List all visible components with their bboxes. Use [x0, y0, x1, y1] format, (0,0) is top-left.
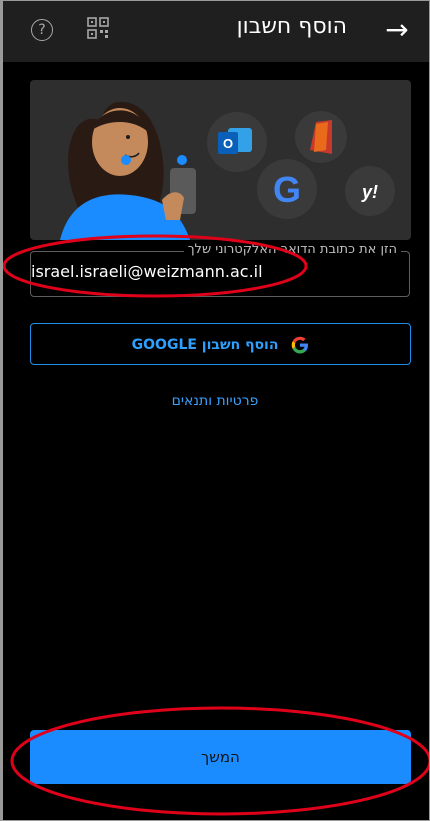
- email-field-label: הזן את כתובת הדואר האלקטרוני שלך: [183, 242, 401, 257]
- google-icon: G: [257, 159, 317, 219]
- google-g-icon: [292, 336, 309, 354]
- add-google-account-label: הוסף חשבון GOOGLE: [131, 337, 279, 353]
- add-google-account-button[interactable]: הוסף חשבון GOOGLE: [30, 323, 411, 365]
- help-icon[interactable]: ?: [31, 19, 53, 41]
- hero-illustration: O G y!: [30, 80, 411, 240]
- email-value[interactable]: israel.israeli@weizmann.ac.il: [31, 262, 263, 281]
- continue-button[interactable]: המשך: [30, 730, 411, 784]
- email-field[interactable]: הזן את כתובת הדואר האלקטרוני שלך israel.…: [30, 242, 410, 297]
- svg-text:G: G: [273, 169, 301, 210]
- svg-text:y!: y!: [361, 182, 378, 202]
- app-bar: ? הוסף חשבון →: [3, 0, 429, 62]
- woman-illustration: [60, 101, 196, 240]
- arrow-right-icon[interactable]: →: [379, 10, 415, 50]
- svg-text:O: O: [223, 136, 233, 151]
- yahoo-icon: y!: [345, 166, 395, 216]
- page-title: הוסף חשבון: [236, 14, 347, 39]
- qr-code-icon[interactable]: [87, 17, 109, 39]
- privacy-terms-link[interactable]: פרטיות ותנאים: [0, 393, 430, 409]
- outlook-icon: O: [207, 112, 267, 172]
- office-icon: [295, 111, 347, 163]
